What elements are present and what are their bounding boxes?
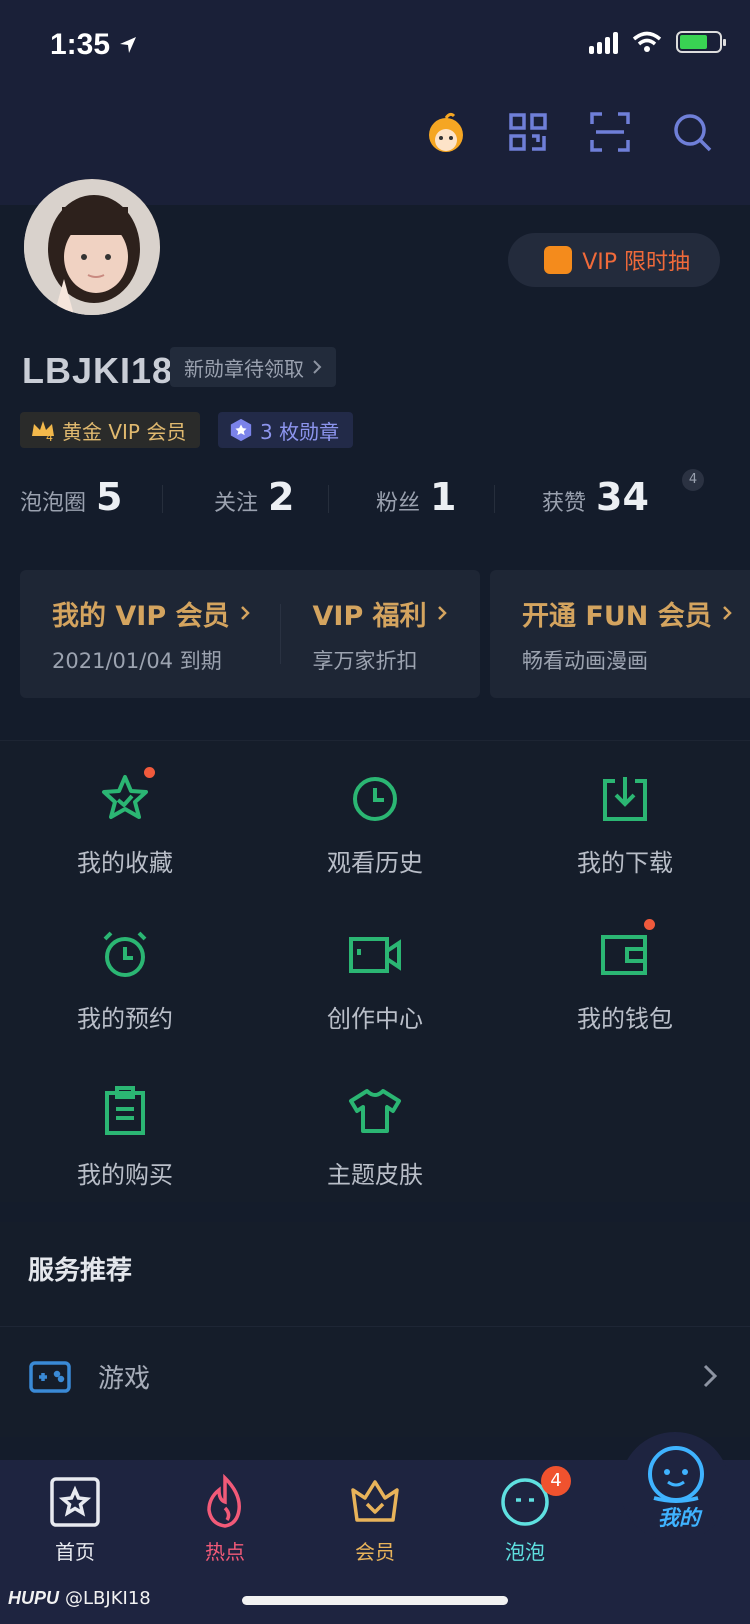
notification-badge: 4 (541, 1466, 571, 1496)
notification-dot (144, 767, 155, 778)
wallet-icon (597, 919, 655, 983)
fun-member-card[interactable]: 开通 FUN 会员 畅看动画漫画 (490, 570, 750, 698)
mascot-icon[interactable] (424, 110, 468, 154)
gold-vip-tag[interactable]: 4 黄金 VIP 会员 (20, 412, 201, 448)
vip-benefit-button[interactable]: VIP 福利 享万家折扣 (281, 594, 447, 675)
download-icon (597, 771, 653, 827)
stat-followers[interactable]: 粉丝 1 (328, 475, 498, 519)
my-vip-button[interactable]: 我的 VIP 会员 2021/01/04 到期 (20, 594, 250, 675)
tab-home[interactable]: 首页 (0, 1474, 150, 1565)
grid-item-watch-history[interactable]: 观看历史 (250, 771, 500, 878)
location-arrow-icon (120, 37, 137, 53)
tab-bubble[interactable]: 4 泡泡 (450, 1466, 600, 1565)
medal-hexagon-icon (230, 418, 252, 442)
crown-icon: 4 (32, 421, 54, 442)
stat-bubble-circle[interactable]: 泡泡圈 5 (0, 475, 166, 519)
vip-card-primary: 我的 VIP 会员 2021/01/04 到期 VIP 福利 享万家折扣 (20, 570, 480, 698)
scan-icon[interactable] (588, 110, 632, 154)
notification-dot (644, 919, 655, 930)
feature-grid: 我的收藏 观看历史 我的下载 我的预约 创作中心 我的钱包 我的购买 主题皮肤 (0, 740, 750, 1202)
svg-text:4: 4 (46, 431, 53, 442)
vip-lottery-button[interactable]: VIP 限时抽 (508, 233, 720, 287)
gamepad-icon (29, 1360, 71, 1393)
clock-icon (347, 771, 403, 827)
likes-new-count-badge: 4 (682, 469, 704, 491)
watermark: HUPU @LBJKI18 (8, 1588, 151, 1609)
status-bar-time: 1:35 (50, 28, 138, 62)
qr-code-icon[interactable] (506, 110, 550, 154)
avatar[interactable] (24, 179, 160, 315)
stat-following[interactable]: 关注 2 (162, 475, 332, 519)
star-icon (97, 767, 155, 827)
tab-membership[interactable]: 会员 (300, 1474, 450, 1565)
vip-cards: 我的 VIP 会员 2021/01/04 到期 VIP 福利 享万家折扣 开通 … (20, 570, 750, 698)
clipboard-icon (97, 1083, 153, 1139)
grid-item-reservations[interactable]: 我的预约 (0, 927, 250, 1034)
grid-item-purchases[interactable]: 我的购买 (0, 1083, 250, 1190)
section-title: 服务推荐 (28, 1256, 133, 1286)
medals-tag[interactable]: 3 枚勋章 (218, 412, 354, 448)
bubble-face-icon: 4 (497, 1466, 571, 1530)
cellular-signal-icon (589, 30, 618, 54)
chevron-right-icon (313, 360, 322, 374)
stats-row: 泡泡圈 5 关注 2 粉丝 1 获赞 34 4 (0, 469, 750, 519)
battery-icon (676, 31, 726, 53)
crown-icon (347, 1474, 403, 1530)
tab-trending[interactable]: 热点 (150, 1473, 300, 1565)
status-bar-right (589, 30, 726, 54)
chevron-right-icon (437, 606, 447, 620)
search-icon[interactable] (670, 110, 714, 154)
services-section: 服务推荐 游戏 (0, 1222, 750, 1437)
home-indicator[interactable] (242, 1596, 508, 1605)
home-star-icon (47, 1474, 103, 1530)
grid-item-favorites[interactable]: 我的收藏 (0, 767, 250, 878)
service-item-games[interactable]: 游戏 (0, 1326, 750, 1426)
grid-item-wallet[interactable]: 我的钱包 (500, 919, 750, 1034)
calendar-check-icon (544, 246, 573, 274)
chevron-right-icon (240, 606, 250, 620)
top-toolbar (424, 110, 714, 154)
alarm-clock-icon (97, 927, 153, 983)
username: LBJKI18 (22, 350, 174, 391)
video-camera-icon (347, 927, 403, 983)
new-badge-claim-button[interactable]: 新勋章待领取 (170, 347, 336, 387)
grid-item-downloads[interactable]: 我的下载 (500, 771, 750, 878)
stat-likes[interactable]: 获赞 34 4 (494, 469, 704, 519)
flame-icon (197, 1473, 253, 1530)
tab-mine[interactable]: 我的 (620, 1432, 730, 1542)
top-header: 1:35 (0, 0, 750, 205)
chevron-right-icon (703, 1364, 718, 1388)
grid-item-creator-center[interactable]: 创作中心 (250, 927, 500, 1034)
chevron-right-icon (722, 606, 732, 620)
grid-item-themes[interactable]: 主题皮肤 (250, 1083, 500, 1190)
wifi-icon (632, 31, 662, 52)
tshirt-icon (347, 1083, 403, 1139)
